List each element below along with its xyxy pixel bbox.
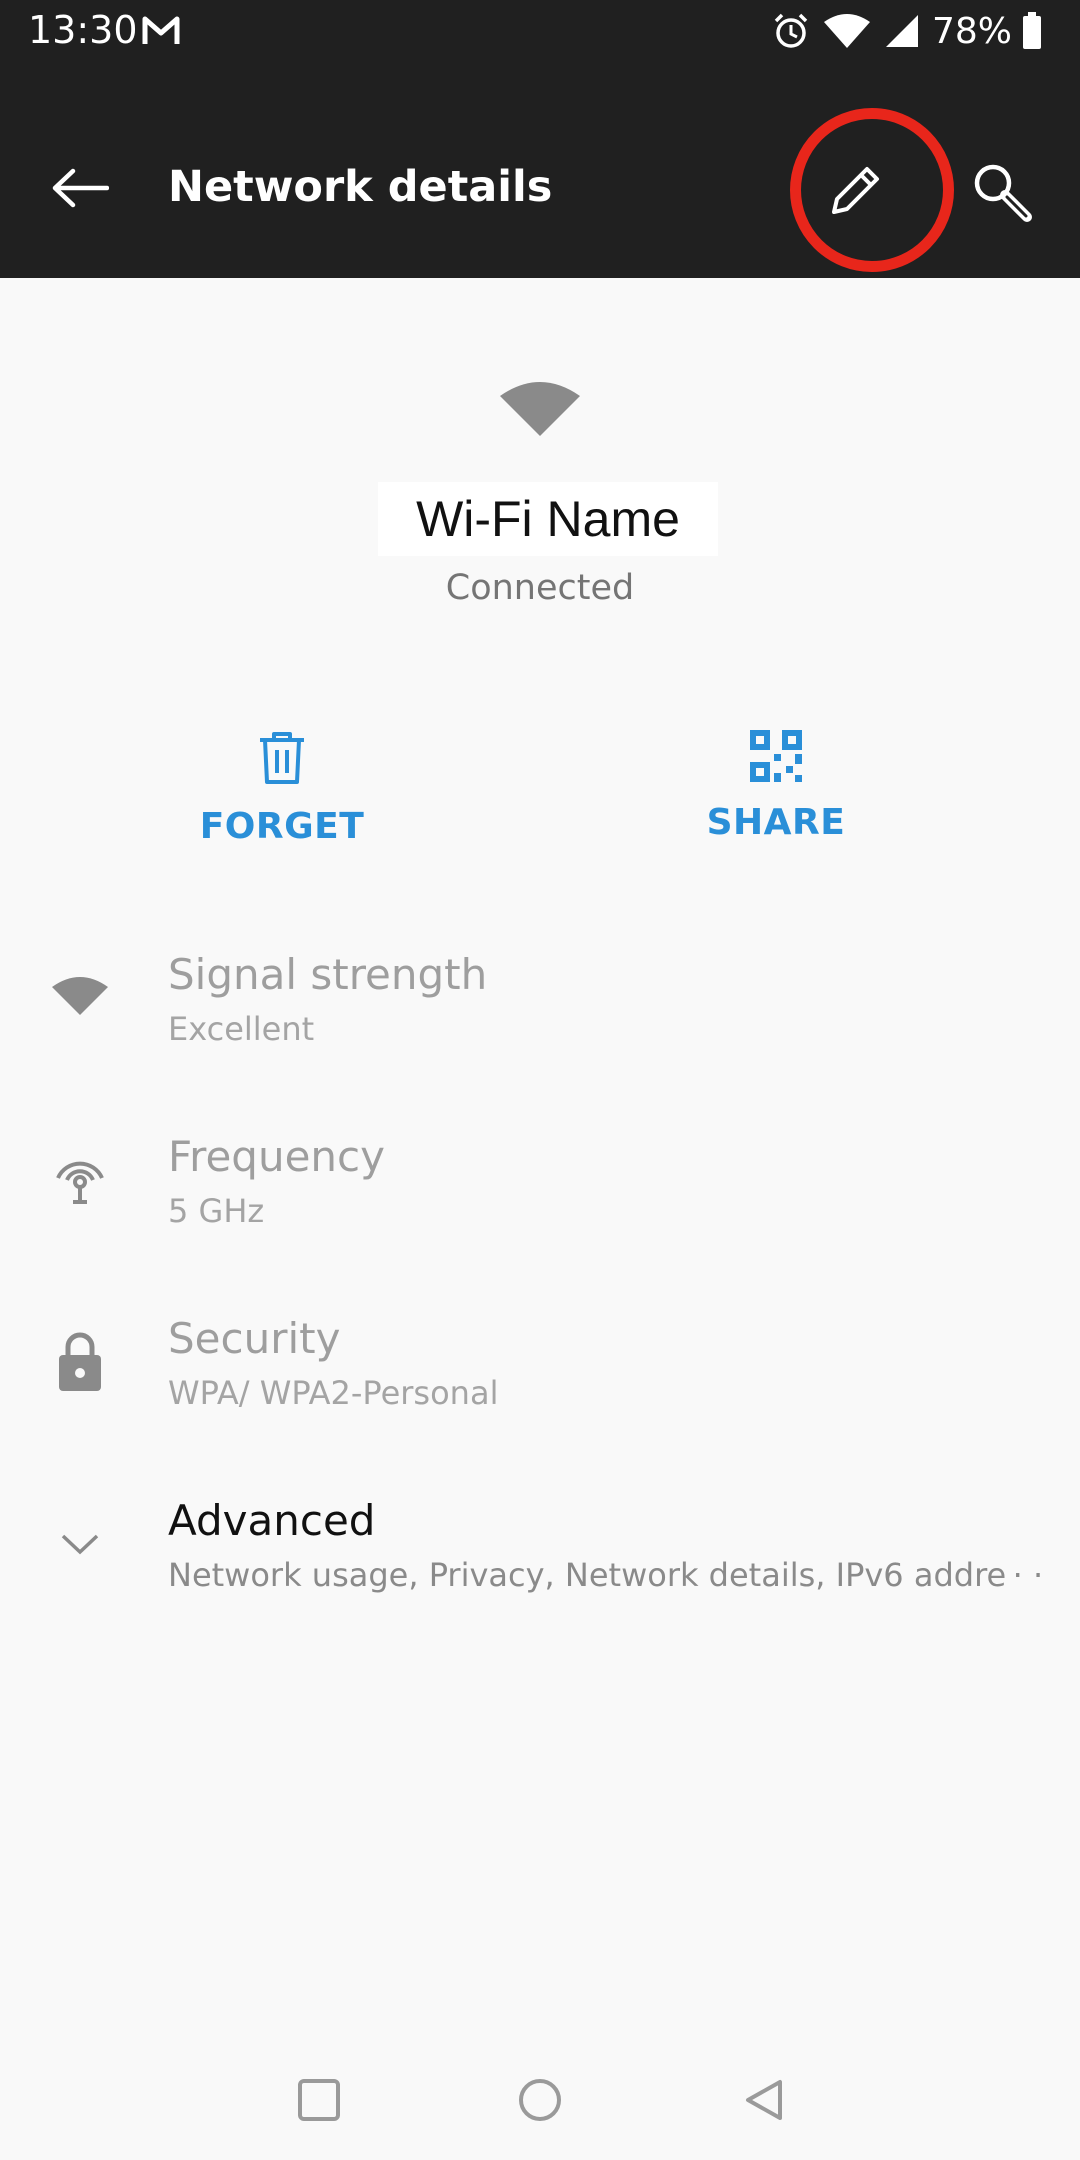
- signal-strength-value: Excellent: [168, 1010, 315, 1048]
- advanced-row[interactable]: Advanced Network usage, Privacy, Network…: [0, 1476, 1080, 1636]
- share-button[interactable]: SHARE: [626, 730, 926, 843]
- forget-label: FORGET: [199, 806, 365, 847]
- gmail-icon: [142, 14, 180, 52]
- page-title: Network details: [168, 162, 553, 212]
- frequency-row: Frequency 5 GHz: [0, 1112, 1080, 1272]
- security-value: WPA/ WPA2-Personal: [168, 1374, 499, 1412]
- navigation-bar: [0, 2040, 1080, 2160]
- chevron-down-icon: [40, 1504, 120, 1584]
- advanced-title: Advanced: [168, 1496, 376, 1545]
- signal-strength-title: Signal strength: [168, 950, 488, 999]
- battery-icon: [1022, 12, 1042, 50]
- security-title: Security: [168, 1314, 341, 1363]
- triangle-back-icon: [746, 2080, 782, 2120]
- share-label: SHARE: [706, 802, 846, 843]
- cell-signal-icon: [884, 13, 920, 49]
- antenna-icon: [40, 1138, 120, 1218]
- recents-button[interactable]: [287, 2068, 351, 2132]
- search-button[interactable]: [964, 154, 1040, 230]
- trash-icon: [260, 732, 304, 784]
- frequency-value: 5 GHz: [168, 1192, 265, 1230]
- back-nav-button[interactable]: [732, 2068, 796, 2132]
- security-row: Security WPA/ WPA2-Personal: [0, 1294, 1080, 1454]
- network-name: Wi-Fi Name: [416, 491, 680, 547]
- back-arrow-icon: [52, 168, 109, 208]
- battery-percent: 78%: [931, 10, 1012, 52]
- square-icon: [298, 2079, 340, 2121]
- forget-button[interactable]: FORGET: [132, 730, 432, 847]
- home-button[interactable]: [508, 2068, 572, 2132]
- edit-highlight-circle: [790, 108, 954, 272]
- wifi-icon: [822, 12, 872, 50]
- network-name-box: Wi-Fi Name: [378, 482, 718, 556]
- wifi-icon-large: [498, 380, 582, 442]
- signal-strength-row: Signal strength Excellent: [0, 930, 1080, 1090]
- search-icon: [974, 164, 1032, 222]
- status-time: 13:30: [28, 8, 138, 52]
- alarm-icon: [772, 12, 810, 50]
- status-bar: 13:30 78%: [0, 0, 1080, 66]
- qr-code-icon: [750, 730, 802, 782]
- circle-icon: [519, 2079, 561, 2121]
- advanced-summary: Network usage, Privacy, Network details,…: [168, 1556, 1044, 1594]
- frequency-title: Frequency: [168, 1132, 385, 1181]
- back-button[interactable]: [48, 156, 112, 220]
- connection-status: Connected: [445, 568, 635, 608]
- wifi-signal-icon: [40, 956, 120, 1036]
- lock-icon: [40, 1322, 120, 1402]
